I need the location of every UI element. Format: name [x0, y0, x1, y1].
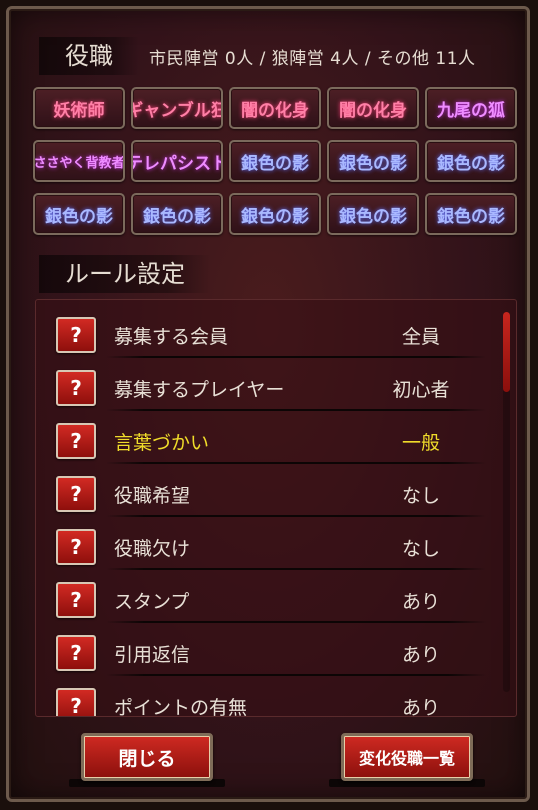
rule-value: あり [401, 644, 440, 666]
camp-summary: 市民陣営 0人 / 狼陣営 4人 / その他 11人 [149, 49, 476, 69]
rule-label: スタンプ [114, 591, 190, 613]
role-grid: 妖術師 ギャンブル狂 闇の化身 闇の化身 九尾の狐 ささやく背教者 テレパシスト… [33, 87, 517, 235]
roles-section-title: 役職 [39, 37, 139, 75]
rule-row: ? 募集する会員 全員 [36, 306, 496, 358]
rule-label: 役職希望 [114, 485, 191, 507]
row-divider [106, 674, 486, 676]
role-button[interactable]: 銀色の影 [229, 193, 321, 235]
row-divider [106, 568, 486, 570]
help-icon[interactable]: ? [56, 635, 96, 671]
rule-value: 初心者 [392, 379, 450, 401]
rule-value: あり [401, 697, 440, 717]
role-button[interactable]: 銀色の影 [425, 193, 517, 235]
help-icon[interactable]: ? [56, 317, 96, 353]
row-divider [106, 621, 486, 623]
role-button[interactable]: テレパシスト [131, 140, 223, 182]
role-button[interactable]: 銀色の影 [327, 140, 419, 182]
rule-value: あり [401, 591, 440, 613]
role-button[interactable]: 九尾の狐 [425, 87, 517, 129]
scrollbar-thumb[interactable] [503, 312, 510, 392]
row-divider [106, 409, 486, 411]
rule-row: ? 言葉づかい 一般 [36, 412, 496, 464]
rules-section-title: ルール設定 [39, 255, 211, 293]
rule-row: ? 役職欠け なし [36, 518, 496, 570]
changed-roles-list-button[interactable]: 変化役職一覧 [341, 733, 473, 781]
rule-value: なし [401, 485, 440, 507]
rule-value: 全員 [401, 326, 440, 348]
role-button[interactable]: 妖術師 [33, 87, 125, 129]
role-button[interactable]: ささやく背教者 [33, 140, 125, 182]
role-button[interactable]: ギャンブル狂 [131, 87, 223, 129]
role-button[interactable]: 銀色の影 [33, 193, 125, 235]
help-icon[interactable]: ? [56, 688, 96, 716]
help-icon[interactable]: ? [56, 529, 96, 565]
rule-label: 言葉づかい [114, 432, 210, 454]
rule-label: 引用返信 [114, 644, 191, 666]
role-button[interactable]: 銀色の影 [425, 140, 517, 182]
room-info-panel: 役職 市民陣営 0人 / 狼陣営 4人 / その他 11人 妖術師 ギャンブル狂… [6, 6, 530, 802]
help-icon[interactable]: ? [56, 476, 96, 512]
help-icon[interactable]: ? [56, 370, 96, 406]
row-divider [106, 515, 486, 517]
rule-value: 一般 [401, 432, 440, 454]
role-button[interactable]: 銀色の影 [229, 140, 321, 182]
rule-label: 募集するプレイヤー [114, 379, 285, 401]
rule-row: ? 役職希望 なし [36, 465, 496, 517]
help-icon[interactable]: ? [56, 582, 96, 618]
rule-label: ポイントの有無 [114, 697, 248, 717]
close-button[interactable]: 閉じる [81, 733, 213, 781]
role-button[interactable]: 銀色の影 [327, 193, 419, 235]
rules-list[interactable]: ? 募集する会員 全員 ? 募集するプレイヤー 初心者 ? 言葉づかい 一般 ?… [35, 299, 517, 717]
row-divider [106, 462, 486, 464]
row-divider [106, 356, 486, 358]
scrollbar[interactable] [503, 312, 510, 692]
rule-value: なし [401, 538, 440, 560]
rule-row: ? スタンプ あり [36, 571, 496, 623]
role-button[interactable]: 銀色の影 [131, 193, 223, 235]
role-button[interactable]: 闇の化身 [229, 87, 321, 129]
rule-row: ? ポイントの有無 あり [36, 677, 496, 717]
rule-row: ? 募集するプレイヤー 初心者 [36, 359, 496, 411]
rule-row: ? 引用返信 あり [36, 624, 496, 676]
role-button[interactable]: 闇の化身 [327, 87, 419, 129]
help-icon[interactable]: ? [56, 423, 96, 459]
rule-label: 募集する会員 [114, 326, 229, 348]
rule-label: 役職欠け [114, 538, 191, 560]
